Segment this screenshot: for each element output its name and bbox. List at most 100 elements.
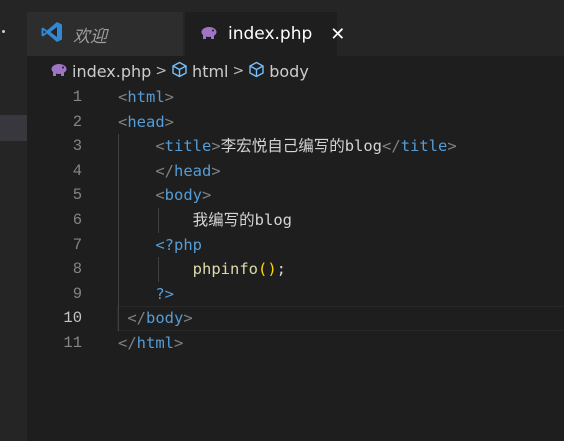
code-token: body — [146, 309, 184, 328]
code-line[interactable]: 4 </head> — [27, 159, 564, 184]
code-line[interactable]: 8 phpinfo(); — [27, 257, 564, 282]
code-text: <head> — [118, 110, 174, 135]
code-line[interactable]: 7 <?php — [27, 233, 564, 258]
code-token: < — [118, 112, 128, 131]
breadcrumb-separator-icon: > — [232, 63, 245, 79]
line-number: 8 — [72, 260, 82, 279]
code-line[interactable]: 11 </html> — [27, 331, 564, 356]
code-line[interactable]: 9 ?> — [27, 282, 564, 307]
line-number: 9 — [72, 284, 82, 303]
code-token: title — [400, 137, 448, 156]
code-text: ?> — [118, 282, 174, 307]
code-token: html — [127, 88, 165, 106]
line-number: 4 — [72, 161, 82, 180]
code-text: <html> — [118, 85, 174, 110]
line-number: 10 — [63, 309, 82, 328]
breadcrumb-body[interactable]: body — [248, 61, 309, 82]
code-token: </ — [127, 309, 147, 328]
code-token: </ — [155, 161, 174, 180]
code-text: <?php — [118, 233, 202, 258]
vscode-logo-icon — [41, 21, 63, 47]
breadcrumb-html-label: html — [192, 61, 229, 81]
code-line[interactable]: 3 <title>李宏悦自己编写的blog</title> — [27, 134, 564, 159]
code-token: ; — [276, 260, 287, 279]
cube-icon — [171, 61, 192, 82]
code-line[interactable]: 6 我编写的blog — [27, 208, 564, 233]
explorer-selection — [0, 115, 27, 141]
line-number: 5 — [72, 186, 82, 205]
code-token: > — [211, 137, 221, 156]
code-text: phpinfo(); — [118, 257, 286, 282]
code-token: < — [155, 137, 165, 156]
tab-index-label: index.php — [228, 24, 313, 44]
code-token: ( — [257, 260, 268, 279]
code-token: </ — [382, 137, 401, 156]
code-token: > — [164, 112, 175, 131]
line-number: 6 — [72, 211, 82, 229]
breadcrumb-html[interactable]: html — [171, 61, 229, 82]
code-token: head — [174, 161, 212, 180]
php-elephant-icon — [50, 62, 72, 81]
more-dot-icon[interactable] — [2, 30, 5, 33]
code-token: </ — [118, 334, 137, 352]
breadcrumb: index.php > html > body — [50, 58, 309, 84]
indent-guide — [158, 257, 159, 282]
code-line[interactable]: 2 <head> — [27, 110, 564, 135]
code-text: <title>李宏悦自己编写的blog</title> — [118, 134, 457, 159]
code-line[interactable]: 10 </body> — [27, 306, 564, 331]
line-number: 7 — [72, 235, 82, 254]
code-token: ?> — [155, 284, 174, 303]
php-elephant-icon — [200, 25, 218, 44]
code-token: > — [174, 334, 184, 352]
indent-guide — [118, 134, 119, 331]
code-token: body — [164, 186, 202, 205]
code-line[interactable]: 5 <body> — [27, 183, 564, 208]
breadcrumb-separator-icon: > — [155, 63, 168, 79]
indent-guide — [158, 208, 159, 233]
code-text: <body> — [118, 183, 211, 208]
code-text: </head> — [118, 159, 221, 184]
code-token: > — [164, 88, 175, 106]
code-text: </body> — [118, 306, 193, 331]
line-number: 2 — [72, 112, 82, 131]
code-token: title — [164, 137, 212, 156]
breadcrumb-file-label: index.php — [72, 61, 152, 81]
code-token: > — [202, 186, 212, 205]
close-icon[interactable]: ✕ — [330, 24, 345, 45]
code-token: ) — [267, 260, 277, 279]
tab-welcome[interactable]: 欢迎 — [27, 12, 183, 56]
tab-bar: 欢迎 index.php ✕ — [27, 0, 564, 56]
code-token: < — [155, 186, 165, 205]
breadcrumb-file[interactable]: index.php — [50, 62, 151, 81]
code-token: phpinfo — [192, 260, 258, 279]
code-token: > — [211, 161, 221, 180]
activity-bar — [0, 0, 27, 441]
tab-index-php[interactable]: index.php ✕ — [185, 12, 345, 56]
code-line[interactable]: 1 <html> — [27, 85, 564, 110]
line-number: 3 — [72, 137, 82, 156]
tab-welcome-label: 欢迎 — [73, 26, 107, 47]
cube-icon — [248, 61, 269, 82]
code-text: 我编写的blog — [118, 208, 292, 233]
breadcrumb-body-label: body — [269, 61, 309, 81]
line-number: 1 — [72, 88, 82, 106]
code-text: </html> — [118, 331, 183, 356]
code-token: <?php — [155, 235, 202, 254]
code-token: head — [127, 112, 165, 131]
code-token: 李宏悦自己编写的blog — [220, 137, 383, 156]
code-token: < — [118, 88, 128, 106]
code-token: > — [183, 309, 193, 328]
code-token: > — [447, 137, 457, 156]
code-token: 我编写的blog — [192, 211, 292, 229]
code-token: html — [136, 334, 174, 352]
code-editor[interactable]: 1 <html> 2 <head> 3 <title>李宏悦自己编写的blog</tit… — [27, 85, 564, 441]
line-number: 11 — [63, 334, 82, 352]
